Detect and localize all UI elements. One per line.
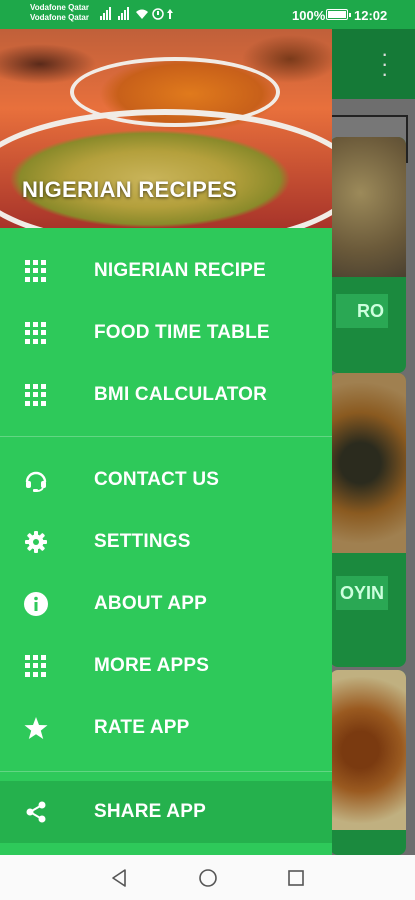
- menu-item-settings[interactable]: SETTINGS: [0, 511, 332, 573]
- carrier-2: Vodafone Qatar: [30, 13, 89, 22]
- battery-icon: [326, 9, 351, 20]
- navigation-drawer: NIGERIAN RECIPES NIGERIAN RECIPE FOOD TI…: [0, 29, 332, 855]
- recipe-image: [330, 670, 406, 830]
- menu-item-label: RATE APP: [94, 717, 190, 738]
- back-triangle-icon[interactable]: [108, 867, 130, 889]
- menu-item-share-app[interactable]: SHARE APP: [0, 781, 332, 843]
- background-recipe-card: RO: [330, 137, 406, 373]
- menu-item-label: SETTINGS: [94, 531, 191, 552]
- grid-icon: [24, 321, 48, 345]
- background-recipe-card: OYIN: [330, 373, 406, 667]
- menu-item-nigerian-recipe[interactable]: NIGERIAN RECIPE: [0, 240, 332, 302]
- menu-item-more-apps[interactable]: MORE APPS: [0, 635, 332, 697]
- gear-icon: [25, 531, 47, 553]
- grid-icon: [24, 654, 48, 678]
- home-circle-icon[interactable]: [197, 867, 219, 889]
- signal-wifi-icon: [100, 7, 173, 20]
- background-recipe-card: [330, 670, 406, 855]
- drawer-title: NIGERIAN RECIPES: [22, 177, 238, 202]
- carrier-1: Vodafone Qatar: [30, 3, 89, 12]
- menu-item-label: SHARE APP: [94, 801, 206, 822]
- recipe-image: [330, 137, 406, 277]
- overflow-menu-icon: · · ·: [381, 41, 389, 86]
- recipe-card-label: RO: [336, 294, 388, 328]
- menu-item-label: MORE APPS: [94, 655, 210, 676]
- menu-item-food-time-table[interactable]: FOOD TIME TABLE: [0, 302, 332, 364]
- menu-item-label: FOOD TIME TABLE: [94, 322, 270, 343]
- info-icon: [24, 592, 48, 616]
- menu-item-about-app[interactable]: ABOUT APP: [0, 573, 332, 635]
- status-bar: Vodafone Qatar Vodafone Qatar 100% 12:02: [0, 0, 415, 29]
- signal-icons: [100, 7, 180, 24]
- menu-item-label: ABOUT APP: [94, 593, 207, 614]
- drawer-header-image: NIGERIAN RECIPES: [0, 29, 332, 228]
- menu-item-label: CONTACT US: [94, 469, 220, 490]
- menu-item-label: NIGERIAN RECIPE: [94, 260, 266, 281]
- recents-square-icon[interactable]: [285, 867, 307, 889]
- star-icon: [24, 717, 48, 739]
- share-icon: [26, 801, 46, 823]
- menu-item-label: BMI CALCULATOR: [94, 384, 268, 405]
- carrier-labels: Vodafone Qatar Vodafone Qatar: [30, 3, 89, 23]
- menu-divider: [0, 436, 332, 437]
- menu-item-contact-us[interactable]: CONTACT US: [0, 449, 332, 511]
- menu-item-rate-app[interactable]: RATE APP: [0, 697, 332, 759]
- menu-item-bmi-calculator[interactable]: BMI CALCULATOR: [0, 364, 332, 426]
- recipe-card-label: OYIN: [336, 576, 388, 610]
- plate-front: [0, 109, 332, 228]
- grid-icon: [24, 259, 48, 283]
- clock: 12:02: [354, 8, 388, 23]
- battery-percent: 100%: [292, 8, 326, 23]
- headset-icon: [25, 471, 47, 492]
- recipe-image: [330, 373, 406, 553]
- grid-icon: [24, 383, 48, 407]
- system-navigation-bar: [0, 855, 415, 900]
- menu-divider: [0, 771, 332, 772]
